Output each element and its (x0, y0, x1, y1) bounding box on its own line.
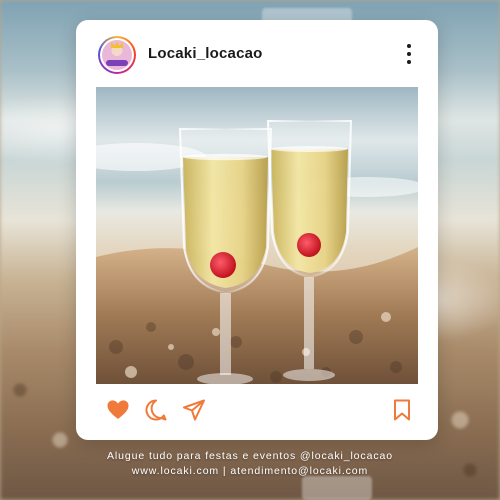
avatar-ring (100, 38, 134, 72)
blurred-glass-base (302, 476, 372, 500)
footer-contact: www.locaki.com | atendimento@locaki.com (131, 465, 369, 477)
avatar-band (106, 60, 128, 66)
post-actions (76, 392, 438, 428)
username[interactable]: Locaki_locacao (148, 45, 263, 62)
footer-tagline: Alugue tudo para festas e eventos @locak… (107, 450, 393, 462)
bookmark-icon[interactable] (390, 398, 414, 422)
champagne-glasses-image (96, 87, 418, 384)
avatar (102, 40, 132, 70)
comment-icon[interactable] (144, 398, 168, 422)
instagram-post-card: Locaki_locacao (76, 20, 438, 440)
more-dot (407, 44, 411, 48)
post-photo[interactable] (96, 87, 418, 384)
more-vertical-icon[interactable] (404, 44, 414, 66)
locaki-logo-icon[interactable] (98, 36, 136, 74)
post-header: Locaki_locacao (76, 20, 438, 90)
more-dot (407, 60, 411, 64)
crown-icon (111, 42, 123, 48)
heart-icon[interactable] (106, 398, 130, 422)
send-icon[interactable] (182, 398, 206, 422)
footer-caption: Alugue tudo para festas e eventos @locak… (0, 449, 500, 479)
more-dot (407, 52, 411, 56)
